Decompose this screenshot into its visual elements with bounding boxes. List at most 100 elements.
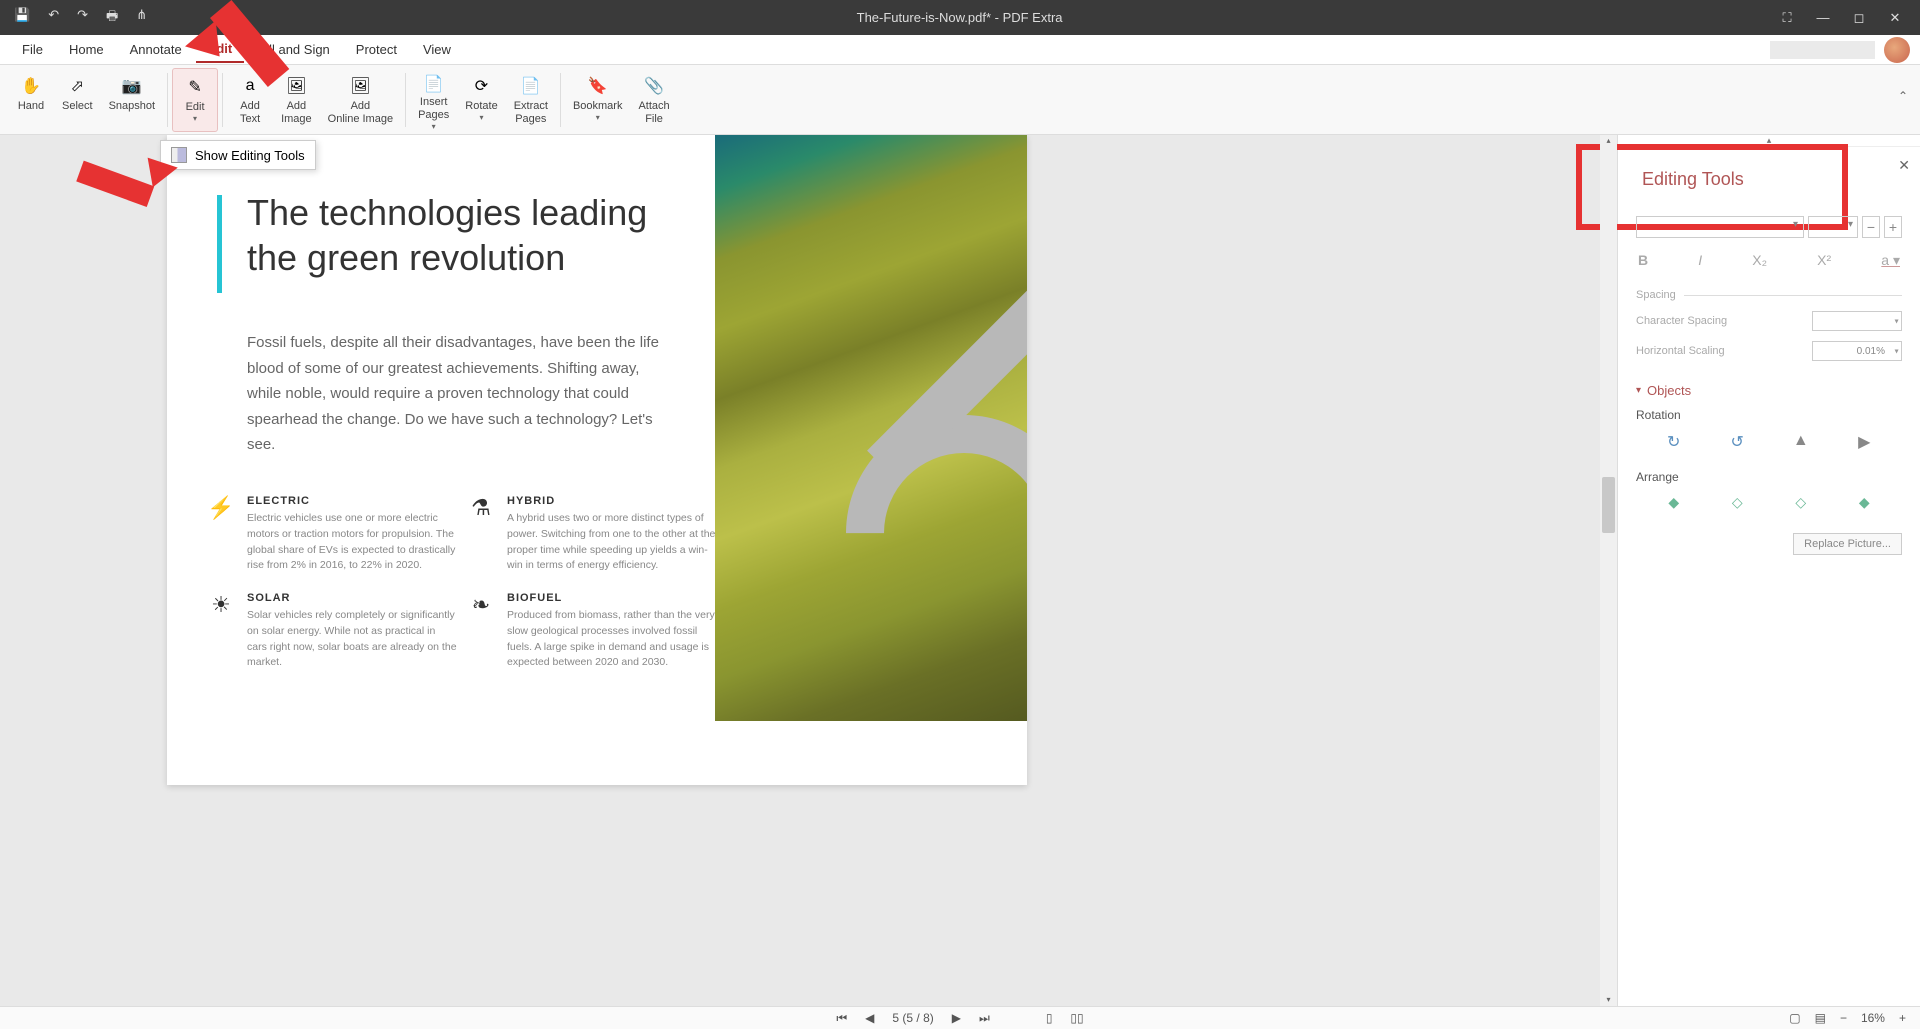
panel-collapse-icon[interactable]: ▴ <box>1618 135 1920 147</box>
menu-view[interactable]: View <box>411 37 463 62</box>
zoom-out-icon[interactable]: − <box>1840 1011 1847 1025</box>
increase-size-button[interactable]: + <box>1884 216 1902 238</box>
bring-forward-icon[interactable]: ◇ <box>1725 494 1749 511</box>
cursor-icon: ⬀ <box>65 74 89 98</box>
rotate-cw-icon[interactable]: ↻ <box>1662 432 1686 452</box>
font-size-select[interactable] <box>1808 216 1858 238</box>
last-page-icon[interactable]: ⏭ <box>979 1011 990 1026</box>
road-graphic <box>822 375 1022 615</box>
user-avatar[interactable] <box>1884 37 1910 63</box>
pdf-page[interactable]: The technologies leading the green revol… <box>167 135 1027 785</box>
decrease-size-button[interactable]: − <box>1862 216 1880 238</box>
fit-page-icon[interactable]: ▢ <box>1789 1011 1800 1025</box>
fit-width-icon[interactable]: ▤ <box>1815 1011 1826 1025</box>
subscript-button[interactable]: X₂ <box>1752 252 1767 269</box>
collapse-ribbon-icon[interactable]: ⌃ <box>1898 89 1908 103</box>
rotation-controls: ↻ ↺ ▲ ▶ <box>1636 432 1902 452</box>
insert-pages-tool[interactable]: 📄 Insert Pages ▾ <box>410 68 457 132</box>
feature-title: ELECTRIC <box>247 495 457 507</box>
hand-icon: ✋ <box>19 74 43 98</box>
single-page-view-icon[interactable]: ▯ <box>1046 1011 1053 1025</box>
attach-file-tool[interactable]: 📎 Attach File <box>630 68 677 132</box>
hand-tool[interactable]: ✋ Hand <box>8 68 54 132</box>
replace-picture-button[interactable]: Replace Picture... <box>1793 533 1902 555</box>
quick-access: 💾 ↶ ↷ 🖶 ⋔ <box>0 7 147 29</box>
superscript-button[interactable]: X² <box>1817 252 1831 269</box>
bookmark-tool[interactable]: 🔖 Bookmark ▾ <box>565 68 631 132</box>
char-spacing-row: Character Spacing <box>1636 311 1902 331</box>
rotation-label: Rotation <box>1636 408 1902 422</box>
arrange-label: Arrange <box>1636 470 1902 484</box>
separator <box>560 73 561 127</box>
rotate-tool[interactable]: ⟳ Rotate ▾ <box>457 68 505 132</box>
scrollbar-track[interactable] <box>1600 147 1617 994</box>
hybrid-icon: ⚗ <box>467 495 495 523</box>
send-backward-icon[interactable]: ◇ <box>1789 494 1813 511</box>
hscaling-input[interactable]: 0.01% <box>1812 341 1902 361</box>
document-viewport[interactable]: The technologies leading the green revol… <box>0 135 1617 1006</box>
flip-vertical-icon[interactable]: ▲ <box>1789 432 1813 452</box>
feature-item: ☀ SOLAR Solar vehicles rely completely o… <box>207 592 457 671</box>
rotate-icon: ⟳ <box>469 74 493 98</box>
arrange-controls: ◆ ◇ ◇ ◆ <box>1636 494 1902 511</box>
panel-header: Editing Tools ✕ <box>1618 147 1920 208</box>
title-bar: 💾 ↶ ↷ 🖶 ⋔ The-Future-is-Now.pdf* - PDF E… <box>0 0 1920 35</box>
feature-item: ⚗ HYBRID A hybrid uses two or more disti… <box>467 495 717 574</box>
prev-page-icon[interactable]: ◀ <box>865 1011 874 1025</box>
first-page-icon[interactable]: ⏮ <box>836 1011 847 1026</box>
italic-button[interactable]: I <box>1698 252 1702 269</box>
feature-item: ⚡ ELECTRIC Electric vehicles use one or … <box>207 495 457 574</box>
menu-annotate[interactable]: Annotate <box>118 37 194 62</box>
redo-icon[interactable]: ↷ <box>77 7 88 29</box>
char-spacing-input[interactable] <box>1812 311 1902 331</box>
fullscreen-icon[interactable]: ⛶ <box>1772 10 1802 26</box>
chevron-down-icon: ▾ <box>193 114 197 123</box>
feature-text: Solar vehicles rely completely or signif… <box>247 608 457 671</box>
menu-home[interactable]: Home <box>57 37 116 62</box>
flip-horizontal-icon[interactable]: ▶ <box>1852 432 1876 452</box>
rotate-ccw-icon[interactable]: ↺ <box>1725 432 1749 452</box>
page-indicator: 5 (5 / 8) <box>892 1011 933 1025</box>
bold-button[interactable]: B <box>1638 252 1648 269</box>
menu-protect[interactable]: Protect <box>344 37 409 62</box>
font-color-button[interactable]: a ▾ <box>1881 252 1900 269</box>
next-page-icon[interactable]: ▶ <box>952 1011 961 1025</box>
undo-icon[interactable]: ↶ <box>48 7 59 29</box>
extract-pages-tool[interactable]: 📄 Extract Pages <box>506 68 556 132</box>
objects-section-header[interactable]: Objects <box>1636 383 1902 398</box>
menu-file[interactable]: File <box>10 37 55 62</box>
feature-item: ❧ BIOFUEL Produced from biomass, rather … <box>467 592 717 671</box>
two-page-view-icon[interactable]: ▯▯ <box>1070 1011 1083 1025</box>
zoom-in-icon[interactable]: + <box>1899 1011 1906 1025</box>
scroll-up-icon[interactable]: ▴ <box>1600 135 1617 147</box>
print-icon[interactable]: 🖶 <box>106 7 118 29</box>
edit-tool[interactable]: ✎ Edit ▾ <box>172 68 218 132</box>
edit-dropdown-item[interactable]: Show Editing Tools <box>160 140 316 170</box>
scrollbar-thumb[interactable] <box>1602 477 1615 533</box>
close-icon[interactable]: ✕ <box>1880 10 1910 26</box>
snapshot-tool[interactable]: 📷 Snapshot <box>101 68 163 132</box>
font-controls: − + <box>1636 216 1902 238</box>
save-icon[interactable]: 💾 <box>14 7 30 29</box>
spacing-label: Spacing <box>1636 289 1902 301</box>
send-back-icon[interactable]: ◆ <box>1852 494 1876 511</box>
leaf-icon: ❧ <box>467 592 495 620</box>
image-icon: 🖼 <box>284 74 308 98</box>
menu-bar: File Home Annotate Edit Fill and Sign Pr… <box>0 35 1920 65</box>
separator <box>222 73 223 127</box>
zoom-controls: ▢ ▤ − 16% + <box>1789 1011 1906 1025</box>
add-online-image-tool[interactable]: 🖼 Add Online Image <box>320 68 401 132</box>
font-family-select[interactable] <box>1636 216 1804 238</box>
text-style-row: B I X₂ X² a ▾ <box>1636 248 1902 273</box>
feature-text: Electric vehicles use one or more electr… <box>247 511 457 574</box>
maximize-icon[interactable]: ◻ <box>1844 10 1874 26</box>
panel-title: Editing Tools <box>1642 169 1744 189</box>
panel-close-icon[interactable]: ✕ <box>1898 157 1910 174</box>
minimize-icon[interactable]: — <box>1808 10 1838 26</box>
share-icon[interactable]: ⋔ <box>136 7 147 29</box>
add-image-tool[interactable]: 🖼 Add Image <box>273 68 320 132</box>
select-tool[interactable]: ⬀ Select <box>54 68 101 132</box>
scroll-down-icon[interactable]: ▾ <box>1600 994 1617 1006</box>
bring-front-icon[interactable]: ◆ <box>1662 494 1686 511</box>
status-bar: ⏮ ◀ 5 (5 / 8) ▶ ⏭ ▯ ▯▯ ▢ ▤ − 16% + <box>0 1006 1920 1029</box>
